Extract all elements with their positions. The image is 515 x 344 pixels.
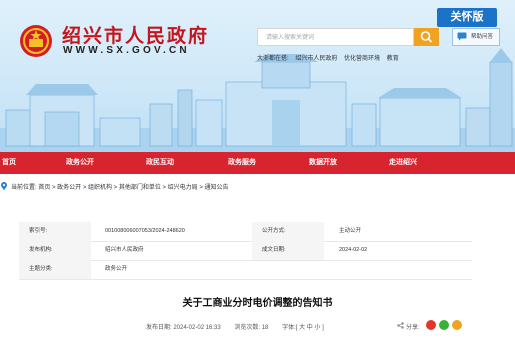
site-url: WWW.SX.GOV.CN	[63, 45, 190, 56]
nav-item-services[interactable]: 政务服务	[228, 152, 256, 174]
publish-date: 发布日期: 2024-02-02 16:33	[146, 325, 221, 331]
meta-label: 主题分类:	[19, 260, 91, 279]
meta-row: 主题分类: 政务公开	[19, 260, 472, 280]
document-meta-table: 索引号: 001008006007053/2024-248620 公开方式: 主…	[19, 222, 472, 280]
font-size-control[interactable]: 字体:[ 大 中 小 ]	[282, 325, 324, 331]
meta-value: 绍兴市人民政府	[105, 247, 144, 253]
meta-row: 索引号: 001008006007053/2024-248620 公开方式: 主…	[19, 222, 472, 242]
nav-item-about-shaoxing[interactable]: 走进绍兴	[389, 152, 417, 174]
meta-value: 政务公开	[105, 266, 128, 272]
help-chat-icon	[457, 32, 467, 41]
search-input[interactable]: 请输入搜索关键词	[257, 28, 414, 46]
nav-item-home[interactable]: 首页	[2, 152, 16, 174]
share-icon	[397, 322, 404, 329]
help-qa-label: 帮助问答	[471, 34, 494, 40]
care-mode-button[interactable]: 关怀版	[437, 8, 497, 27]
nav-item-gov-affairs-open[interactable]: 政务公开	[66, 152, 94, 174]
site-title[interactable]: 绍兴市人民政府	[62, 21, 209, 48]
document-info: 发布日期: 2024-02-02 16:33 浏览次数: 18 字体:[ 大 中…	[146, 322, 336, 331]
view-count: 浏览次数: 18	[234, 325, 269, 331]
meta-label: 公开方式:	[252, 222, 324, 241]
search-icon	[420, 31, 433, 43]
search-button[interactable]	[414, 28, 439, 46]
share-label: 分享:	[406, 325, 420, 331]
region-links: 大浙都在搭: 绍兴市人民政府 优化营商环境 教育	[257, 53, 404, 62]
location-pin-icon	[1, 182, 7, 190]
meta-value: 2024-02-02	[339, 247, 368, 253]
region-link[interactable]: 教育	[387, 56, 399, 62]
meta-label: 索引号:	[19, 222, 91, 241]
breadcrumb: 当前位置: 首页 > 政务公开 > 组织机构 > 其他部门和单位 > 绍兴电力局…	[0, 181, 515, 193]
document-title: 关于工商业分时电价调整的告知书	[182, 298, 333, 309]
weibo-icon[interactable]	[426, 320, 436, 330]
nav-item-open-data[interactable]: 数据开放	[309, 152, 337, 174]
region-link[interactable]: 绍兴市人民政府	[295, 56, 337, 62]
main-nav: 首页 政务公开 政民互动 政务服务 数据开放 走进绍兴	[0, 152, 515, 174]
breadcrumb-text[interactable]: 当前位置: 首页 > 政务公开 > 组织机构 > 其他部门和单位 > 绍兴电力局…	[11, 182, 229, 191]
nav-item-interaction[interactable]: 政民互动	[146, 152, 174, 174]
header-banner: 关怀版 绍兴市人民政府 WWW.SX.GOV.CN 请输入搜索关键词 帮助问答 …	[0, 0, 515, 152]
national-emblem-icon	[20, 25, 52, 57]
meta-row: 发布机构: 绍兴市人民政府 成文日期: 2024-02-02	[19, 241, 472, 261]
meta-label: 发布机构:	[19, 241, 91, 260]
meta-value: 001008006007053/2024-248620	[105, 228, 185, 234]
region-link[interactable]: 优化营商环境	[344, 56, 380, 62]
wechat-icon[interactable]	[439, 320, 449, 330]
meta-value: 主动公开	[339, 228, 362, 234]
meta-label: 成文日期:	[252, 241, 324, 260]
help-qa-button[interactable]: 帮助问答	[452, 28, 500, 46]
qq-icon[interactable]	[452, 320, 462, 330]
region-label: 大浙都在搭:	[257, 56, 289, 62]
